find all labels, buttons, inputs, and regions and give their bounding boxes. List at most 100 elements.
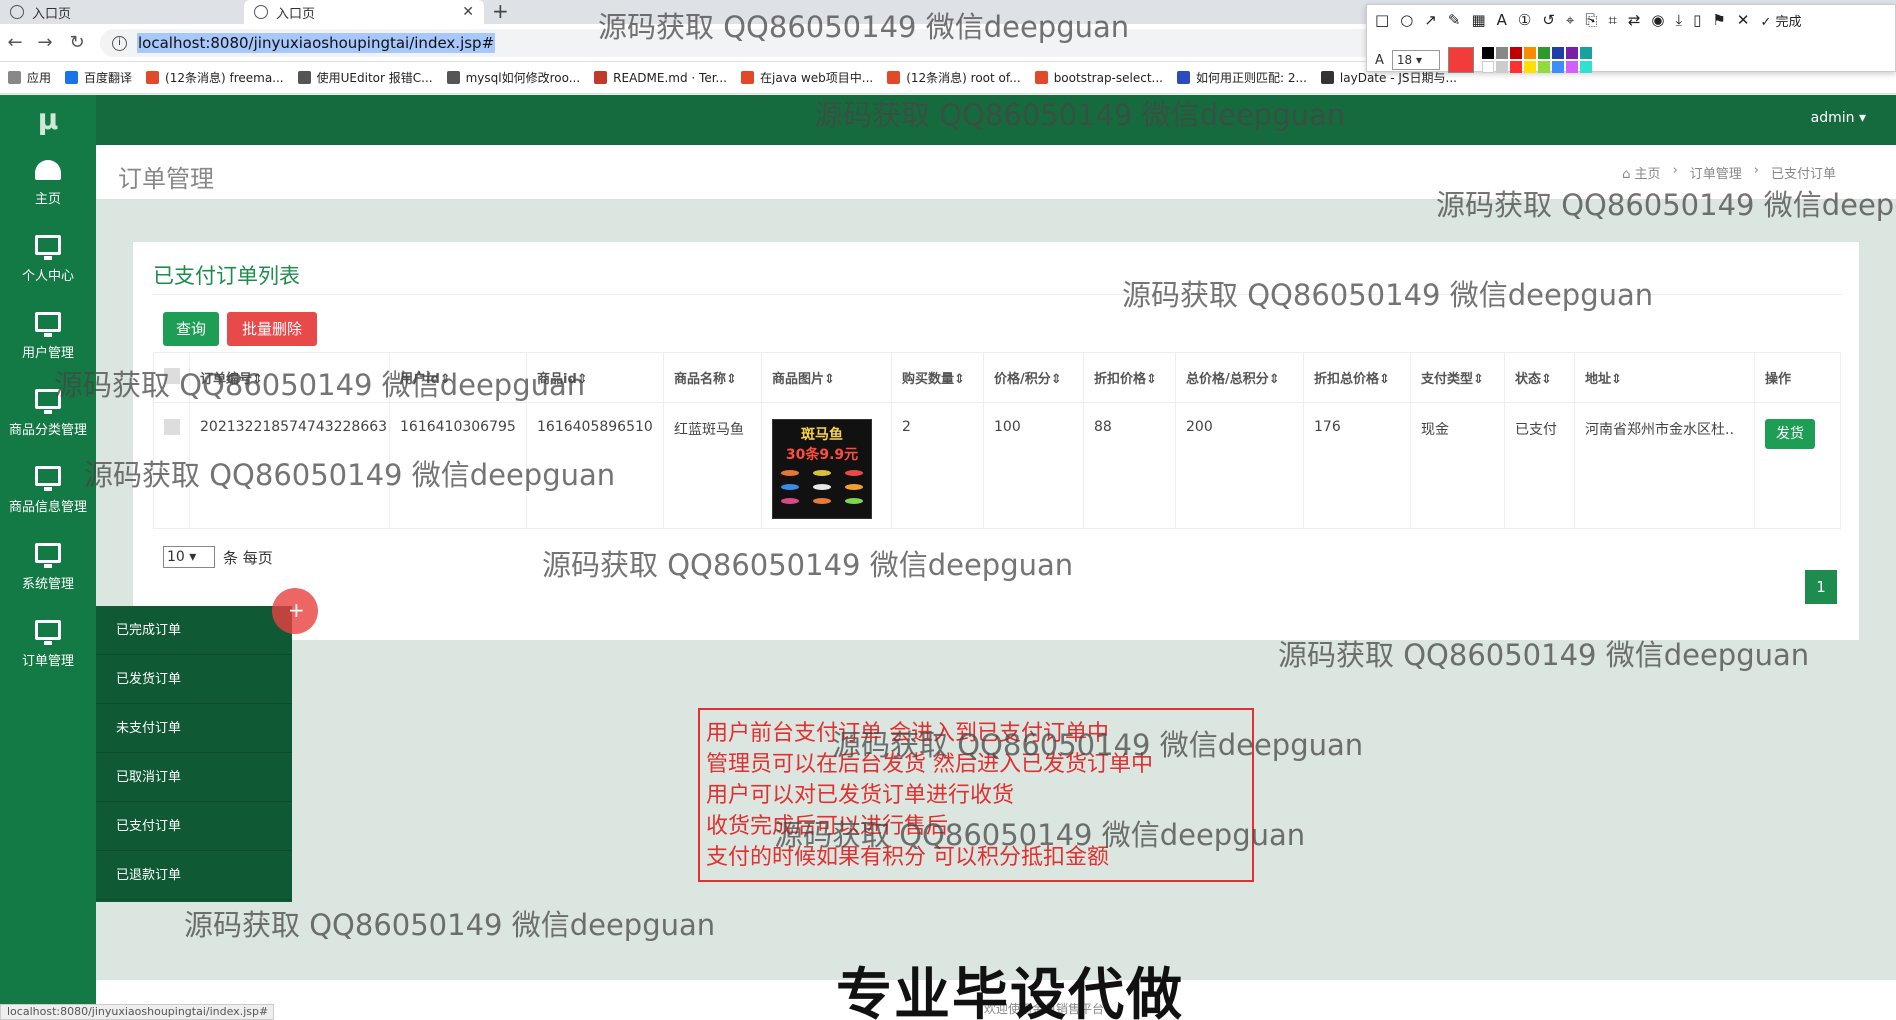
crop-icon[interactable]: ⌗: [1608, 11, 1616, 30]
sidebar-item-orders[interactable]: 订单管理: [0, 606, 96, 682]
done-button[interactable]: ✓ 完成: [1760, 11, 1801, 30]
column-header[interactable]: 商品名称⇕: [663, 352, 762, 403]
cell-actions: 发货: [1754, 402, 1841, 529]
column-header[interactable]: 折扣总价格⇕: [1303, 352, 1411, 403]
done-label: 完成: [1775, 15, 1802, 30]
page-size-label: 条 每页: [223, 548, 273, 567]
note-line: 支付的时候如果有积分 可以积分抵扣金额: [706, 845, 1109, 870]
back-icon[interactable]: ←: [4, 32, 26, 53]
current-color-swatch[interactable]: [1447, 47, 1474, 73]
bookmark-item[interactable]: README.md · Ter...: [594, 71, 727, 85]
rectangle-tool-icon[interactable]: □: [1375, 11, 1389, 30]
bookmark-item[interactable]: (12条消息) root of...: [887, 69, 1021, 86]
app-logo: μ: [0, 95, 96, 145]
bookmark-item[interactable]: (12条消息) freema...: [146, 69, 284, 86]
row-checkbox[interactable]: [164, 419, 180, 435]
orders-panel: 已支付订单列表 查询 批量删除 订单编号⇕ 用户id⇕ 商品id⇕ 商品名称⇕ …: [133, 242, 1859, 640]
sidebar-item-users[interactable]: 用户管理: [0, 298, 96, 374]
note-line: 用户前台支付订单 会进入到已支付订单中: [706, 721, 1109, 746]
column-header[interactable]: 状态⇕: [1504, 352, 1575, 403]
download-icon[interactable]: ⤓: [1676, 11, 1683, 30]
sidebar-item-system[interactable]: 系统管理: [0, 529, 96, 605]
bookmark-item[interactable]: mysql如何修改roo...: [446, 69, 580, 86]
column-header[interactable]: 订单编号⇕: [189, 352, 390, 403]
pagination-page-1[interactable]: 1: [1805, 570, 1837, 604]
sidebar-item-goods[interactable]: 商品信息管理: [0, 452, 96, 528]
page-size-select[interactable]: 10 ▾: [163, 546, 215, 568]
reload-icon[interactable]: ↻: [66, 32, 88, 53]
sidebar-item-label: 主页: [34, 191, 61, 207]
browser-tab-active[interactable]: 入口页 ✕: [244, 0, 484, 24]
forward-icon[interactable]: →: [34, 32, 56, 53]
submenu-completed-orders[interactable]: 已完成订单: [96, 606, 292, 655]
column-header[interactable]: 购买数量⇕: [891, 352, 984, 403]
batch-delete-button[interactable]: 批量删除: [227, 312, 317, 346]
column-header[interactable]: 总价格/总积分⇕: [1175, 352, 1304, 403]
submenu-cancelled-orders[interactable]: 已取消订单: [96, 753, 292, 802]
pin-icon[interactable]: ⌖: [1566, 11, 1574, 30]
pen-tool-icon[interactable]: ✎: [1448, 11, 1461, 30]
sidebar-item-profile[interactable]: 个人中心: [0, 221, 96, 297]
ellipse-tool-icon[interactable]: ○: [1400, 11, 1413, 30]
column-header[interactable]: 地址⇕: [1574, 352, 1755, 403]
sidebar-item-label: 系统管理: [21, 576, 74, 592]
close-tab-icon[interactable]: ✕: [462, 4, 474, 20]
monitor-icon: [35, 542, 61, 568]
site-info-icon[interactable]: i: [112, 35, 127, 51]
number-tool-icon[interactable]: ①: [1518, 11, 1531, 30]
submenu-paid-orders[interactable]: 已支付订单: [96, 802, 292, 851]
orders-table: 订单编号⇕ 用户id⇕ 商品id⇕ 商品名称⇕ 商品图片⇕ 购买数量⇕ 价格/积…: [153, 352, 1841, 529]
bookmark-item[interactable]: 使用UEditor 报错C...: [297, 69, 433, 86]
app-header: [0, 95, 1896, 145]
bookmark-icon[interactable]: ⚑: [1712, 11, 1725, 30]
bookmark-label: (12条消息) root of...: [906, 71, 1021, 85]
note-line: 用户可以对已发货订单进行收货: [706, 783, 1015, 808]
select-all-checkbox[interactable]: [164, 367, 180, 384]
font-size-select[interactable]: 18 ▾: [1391, 50, 1440, 70]
query-button[interactable]: 查询: [163, 312, 219, 346]
submenu-refunded-orders[interactable]: 已退款订单: [96, 851, 292, 900]
orders-submenu: 已完成订单 已发货订单 未支付订单 已取消订单 已支付订单 已退款订单: [96, 606, 292, 902]
column-header[interactable]: 折扣价格⇕: [1083, 352, 1176, 403]
cell-pay-type: 现金: [1410, 402, 1505, 529]
row-select-cell[interactable]: [153, 402, 190, 529]
column-header[interactable]: 商品图片⇕: [761, 352, 892, 403]
sidebar-item-categories[interactable]: 商品分类管理: [0, 375, 96, 451]
phone-icon[interactable]: ▯: [1693, 11, 1701, 30]
submenu-unpaid-orders[interactable]: 未支付订单: [96, 704, 292, 753]
monitor-icon: [35, 234, 61, 260]
new-tab-button[interactable]: +: [492, 0, 509, 22]
close-icon[interactable]: ✕: [1737, 11, 1750, 30]
column-header[interactable]: 商品id⇕: [526, 352, 664, 403]
select-all-cell[interactable]: [153, 352, 190, 403]
column-header[interactable]: 支付类型⇕: [1410, 352, 1505, 403]
translate-icon[interactable]: ⇄: [1628, 11, 1641, 30]
ship-button[interactable]: 发货: [1765, 419, 1815, 449]
ocr-icon[interactable]: ⎘: [1585, 11, 1597, 30]
bookmark-item[interactable]: 在java web项目中...: [741, 69, 873, 86]
bookmark-item[interactable]: bootstrap-select...: [1034, 70, 1163, 85]
text-tool-icon[interactable]: A: [1497, 11, 1507, 30]
sidebar-item-home[interactable]: 主页: [0, 145, 96, 221]
bookmark-item[interactable]: 百度翻译: [65, 69, 132, 86]
submenu-shipped-orders[interactable]: 已发货订单: [96, 655, 292, 704]
record-icon[interactable]: ◉: [1651, 11, 1664, 30]
browser-tab[interactable]: 入口页: [0, 0, 240, 24]
bookmark-item[interactable]: 如何用正则匹配: 2...: [1176, 69, 1307, 86]
bookmark-item[interactable]: 应用: [8, 69, 51, 86]
globe-icon: [254, 5, 268, 19]
arrow-tool-icon[interactable]: ↗: [1424, 11, 1437, 30]
browser-status-url: localhost:8080/jinyuxiaoshoupingtai/inde…: [0, 1004, 274, 1020]
monitor-icon: [35, 619, 61, 645]
breadcrumb-orders[interactable]: 订单管理: [1690, 163, 1742, 182]
bookmark-favicon-icon: [297, 71, 311, 84]
bookmark-label: bootstrap-select...: [1053, 70, 1163, 85]
undo-icon[interactable]: ↺: [1542, 11, 1555, 30]
mosaic-tool-icon[interactable]: ▦: [1471, 11, 1485, 30]
color-palette[interactable]: [1481, 47, 1592, 73]
column-header[interactable]: 价格/积分⇕: [983, 352, 1084, 403]
user-menu[interactable]: admin ▾: [1811, 110, 1866, 126]
annotation-toolbar: □ ○ ↗ ✎ ▦ A ① ↺ ⌖ ⎘ ⌗ ⇄ ◉ ⤓ ▯ ⚑ ✕ ✓ 完成 A…: [1366, 4, 1896, 73]
breadcrumb-home[interactable]: ⌂ 主页: [1622, 163, 1660, 182]
column-header[interactable]: 用户id⇕: [389, 352, 527, 403]
